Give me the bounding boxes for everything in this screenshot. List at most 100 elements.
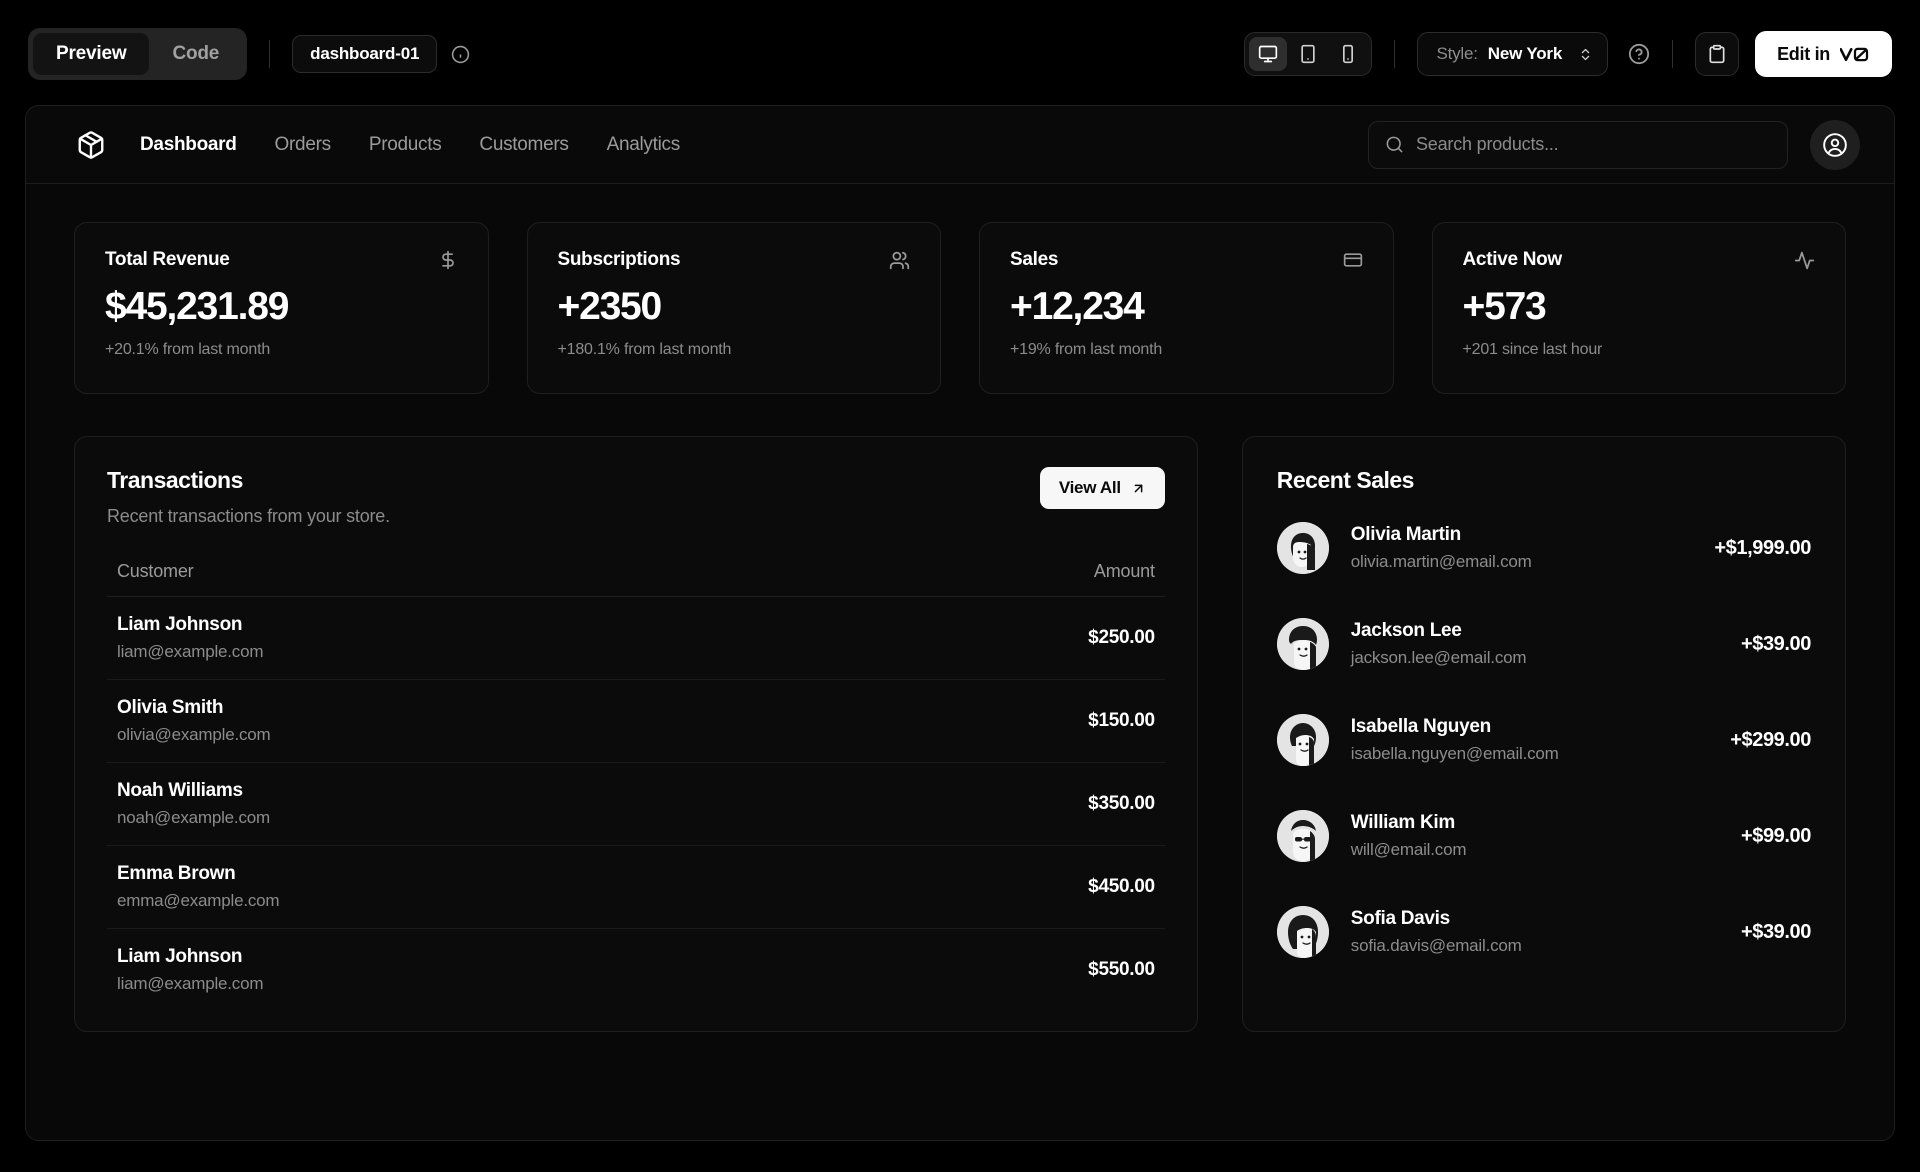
stat-title: Active Now bbox=[1462, 249, 1563, 270]
column-header-amount: Amount bbox=[1093, 561, 1155, 581]
help-circle-icon[interactable] bbox=[1628, 43, 1650, 65]
list-item[interactable]: Olivia Martin olivia.martin@email.com +$… bbox=[1276, 522, 1811, 574]
column-header-customer: Customer bbox=[117, 561, 194, 581]
stats-row: Total Revenue $45,231.89 +20.1% from las… bbox=[74, 222, 1846, 394]
info-icon[interactable] bbox=[451, 45, 470, 64]
view-all-label: View All bbox=[1058, 478, 1121, 497]
table-cell-amount: $450.00 bbox=[1088, 876, 1155, 897]
transactions-title: Transactions bbox=[107, 467, 243, 493]
sale-customer-name: Olivia Martin bbox=[1350, 524, 1461, 545]
transactions-table: Customer Amount Liam Johnson liam@exampl… bbox=[107, 561, 1165, 1011]
nav-link-analytics[interactable]: Analytics bbox=[607, 134, 681, 156]
activity-icon bbox=[1794, 251, 1815, 269]
table-cell-amount: $550.00 bbox=[1088, 959, 1155, 980]
toolbar-right-group: Style: New York Edit in bbox=[1244, 31, 1920, 77]
table-row[interactable]: Olivia Smith olivia@example.com $150.00 bbox=[107, 680, 1165, 763]
style-select-label: Style: bbox=[1436, 44, 1478, 63]
code-tab[interactable]: Code bbox=[149, 33, 242, 75]
customer-email: liam@example.com bbox=[117, 642, 264, 661]
toolbar-divider-3 bbox=[1672, 40, 1674, 68]
avatar bbox=[1276, 906, 1329, 958]
mobile-icon[interactable] bbox=[1329, 37, 1367, 71]
style-select-value: New York bbox=[1487, 44, 1563, 63]
search-input[interactable] bbox=[1416, 134, 1771, 155]
list-item[interactable]: William Kim will@email.com +$99.00 bbox=[1276, 810, 1811, 862]
customer-email: olivia@example.com bbox=[117, 725, 271, 744]
search-box[interactable] bbox=[1368, 120, 1788, 169]
view-all-button[interactable]: View All bbox=[1039, 467, 1165, 509]
edit-in-v0-button[interactable]: Edit in bbox=[1755, 31, 1892, 77]
v0-logo bbox=[1840, 47, 1869, 61]
table-cell-amount: $350.00 bbox=[1088, 793, 1155, 814]
table-cell-customer: Noah Williams noah@example.com bbox=[117, 780, 1088, 828]
avatar bbox=[1276, 618, 1329, 670]
recent-sales-list: Olivia Martin olivia.martin@email.com +$… bbox=[1276, 522, 1811, 958]
transactions-subtitle: Recent transactions from your store. bbox=[107, 506, 390, 526]
stat-subtext: +20.1% from last month bbox=[105, 340, 271, 358]
table-row[interactable]: Liam Johnson liam@example.com $250.00 bbox=[107, 597, 1165, 680]
component-name-chip[interactable]: dashboard-01 bbox=[292, 35, 438, 73]
account-avatar-button[interactable] bbox=[1810, 119, 1860, 170]
sale-amount: +$39.00 bbox=[1740, 920, 1811, 943]
list-item[interactable]: Isabella Nguyen isabella.nguyen@email.co… bbox=[1276, 714, 1811, 766]
nav-link-customers[interactable]: Customers bbox=[479, 134, 568, 156]
transactions-card: Transactions Recent transactions from yo… bbox=[74, 436, 1198, 1032]
list-item[interactable]: Sofia Davis sofia.davis@email.com +$39.0… bbox=[1276, 906, 1811, 958]
dashboard-content: Total Revenue $45,231.89 +20.1% from las… bbox=[26, 184, 1894, 1032]
table-cell-customer: Olivia Smith olivia@example.com bbox=[117, 697, 1088, 745]
sale-customer-email: will@email.com bbox=[1350, 840, 1467, 859]
style-select[interactable]: Style: New York bbox=[1417, 32, 1609, 76]
sale-customer-name: William Kim bbox=[1350, 812, 1456, 833]
toolbar-divider-2 bbox=[1394, 40, 1396, 68]
table-header-row: Customer Amount bbox=[107, 561, 1165, 597]
app-navbar: Dashboard Orders Products Customers Anal… bbox=[26, 106, 1894, 184]
app-preview-frame: Dashboard Orders Products Customers Anal… bbox=[25, 105, 1895, 1141]
stat-title: Total Revenue bbox=[105, 249, 230, 270]
arrow-up-right-icon bbox=[1134, 484, 1143, 492]
desktop-icon[interactable] bbox=[1249, 37, 1288, 71]
customer-email: noah@example.com bbox=[117, 808, 270, 827]
customer-name: Olivia Smith bbox=[117, 697, 224, 718]
table-row[interactable]: Liam Johnson liam@example.com $550.00 bbox=[107, 929, 1165, 1011]
sale-customer-name: Isabella Nguyen bbox=[1350, 716, 1491, 737]
view-mode-toggle: Preview Code bbox=[28, 28, 248, 80]
navbar-right-group bbox=[1368, 119, 1860, 170]
nav-links: Dashboard Orders Products Customers Anal… bbox=[140, 134, 680, 156]
nav-link-orders[interactable]: Orders bbox=[275, 134, 332, 156]
customer-name: Liam Johnson bbox=[117, 946, 243, 967]
list-item[interactable]: Jackson Lee jackson.lee@email.com +$39.0… bbox=[1276, 618, 1811, 670]
sale-customer-email: isabella.nguyen@email.com bbox=[1350, 744, 1559, 763]
package-icon[interactable] bbox=[76, 130, 106, 160]
stat-subtext: +180.1% from last month bbox=[557, 340, 732, 358]
dollar-sign-icon bbox=[441, 250, 454, 270]
panels-row: Transactions Recent transactions from yo… bbox=[74, 436, 1846, 1032]
stat-card-subscriptions: Subscriptions +2350 +180.1% from last mo… bbox=[526, 222, 941, 394]
users-icon bbox=[889, 251, 910, 269]
edit-in-v0-label: Edit in bbox=[1777, 43, 1830, 64]
clipboard-icon[interactable] bbox=[1695, 32, 1740, 76]
table-row[interactable]: Noah Williams noah@example.com $350.00 bbox=[107, 763, 1165, 846]
stat-subtext: +19% from last month bbox=[1010, 340, 1163, 358]
top-toolbar: Preview Code dashboard-01 Style: New Yor… bbox=[0, 0, 1920, 108]
search-icon bbox=[1386, 136, 1403, 153]
tablet-icon[interactable] bbox=[1289, 37, 1327, 71]
sale-amount: +$299.00 bbox=[1730, 728, 1811, 751]
customer-name: Noah Williams bbox=[117, 780, 243, 801]
stat-header: Sales bbox=[1010, 249, 1363, 271]
nav-link-dashboard[interactable]: Dashboard bbox=[140, 134, 237, 156]
list-item-info: Jackson Lee jackson.lee@email.com bbox=[1351, 620, 1741, 668]
preview-tab[interactable]: Preview bbox=[33, 33, 150, 75]
nav-link-products[interactable]: Products bbox=[369, 134, 442, 156]
customer-email: liam@example.com bbox=[117, 974, 264, 993]
stat-card-active-now: Active Now +573 +201 since last hour bbox=[1431, 222, 1846, 394]
sale-customer-name: Sofia Davis bbox=[1350, 908, 1450, 929]
recent-sales-card: Recent Sales Olivia Martin olivia.martin… bbox=[1241, 436, 1846, 1032]
stat-card-sales: Sales +12,234 +19% from last month bbox=[979, 222, 1394, 394]
table-cell-amount: $150.00 bbox=[1088, 710, 1155, 731]
toolbar-divider-1 bbox=[269, 40, 271, 68]
transactions-heading-group: Transactions Recent transactions from yo… bbox=[107, 467, 390, 527]
table-row[interactable]: Emma Brown emma@example.com $450.00 bbox=[107, 846, 1165, 929]
table-cell-customer: Emma Brown emma@example.com bbox=[117, 863, 1088, 911]
transactions-header: Transactions Recent transactions from yo… bbox=[107, 467, 1165, 527]
stat-subtext: +201 since last hour bbox=[1462, 340, 1603, 358]
